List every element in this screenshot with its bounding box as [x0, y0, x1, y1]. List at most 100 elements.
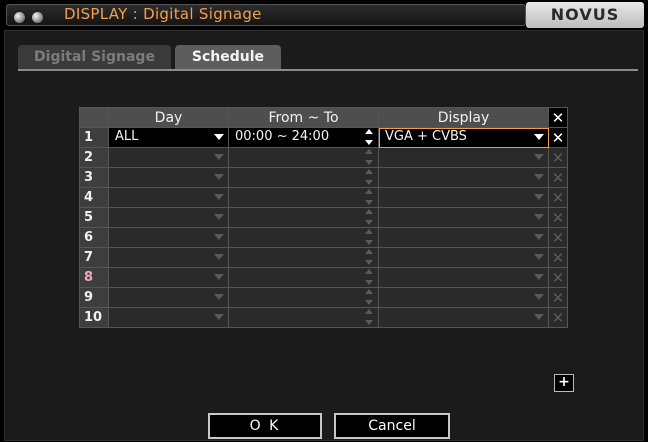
dropdown-arrow-icon[interactable] [532, 170, 546, 184]
settings-panel: Digital Signage Schedule Day From ~ To D… [4, 30, 644, 441]
spinner-icon[interactable] [362, 169, 376, 185]
time-range-field[interactable] [228, 287, 379, 308]
day-select[interactable] [108, 187, 229, 208]
display-select[interactable] [378, 147, 549, 168]
dropdown-arrow-icon[interactable] [212, 290, 226, 304]
display-select[interactable] [378, 287, 549, 308]
display-select[interactable] [378, 227, 549, 248]
spinner-icon[interactable] [362, 269, 376, 285]
dropdown-arrow-icon[interactable] [212, 150, 226, 164]
dropdown-arrow-icon[interactable] [532, 190, 546, 204]
delete-row-icon[interactable]: ✕ [548, 267, 568, 288]
spinner-icon[interactable] [362, 209, 376, 225]
time-range-field[interactable] [228, 207, 379, 228]
spinner-icon[interactable] [362, 289, 376, 305]
dropdown-arrow-icon[interactable] [212, 190, 226, 204]
cancel-button[interactable]: Cancel [334, 413, 450, 439]
delete-row-icon[interactable]: ✕ [548, 307, 568, 328]
dropdown-arrow-icon[interactable] [212, 210, 226, 224]
time-range-field[interactable] [228, 307, 379, 328]
dropdown-arrow-icon[interactable] [532, 230, 546, 244]
row-number: 4 [79, 187, 109, 208]
spinner-icon[interactable] [362, 249, 376, 265]
tab-divider [18, 69, 638, 71]
display-select[interactable] [378, 167, 549, 188]
dropdown-arrow-icon[interactable] [532, 130, 546, 144]
time-range-field[interactable] [228, 187, 379, 208]
dropdown-arrow-icon[interactable] [212, 170, 226, 184]
spinner-icon[interactable] [362, 229, 376, 245]
time-range-field[interactable] [228, 167, 379, 188]
delete-row-icon[interactable]: ✕ [548, 247, 568, 268]
display-select[interactable] [378, 187, 549, 208]
table-row: 1 ALL 00:00 ~ 24:00 VGA + CVBS ✕ [79, 127, 568, 148]
tab-digital-signage[interactable]: Digital Signage [18, 45, 171, 69]
spinner-icon[interactable] [362, 149, 376, 165]
row-number: 9 [79, 287, 109, 308]
display-select[interactable] [378, 247, 549, 268]
time-range-field[interactable] [228, 267, 379, 288]
row-number: 10 [79, 307, 109, 328]
time-range-field[interactable] [228, 227, 379, 248]
header-num [79, 107, 109, 128]
spinner-icon[interactable] [362, 189, 376, 205]
delete-row-icon[interactable]: ✕ [548, 287, 568, 308]
row-number: 2 [79, 147, 109, 168]
window-dot-icon[interactable] [32, 12, 43, 23]
dropdown-arrow-icon[interactable] [532, 150, 546, 164]
table-row: 9 ✕ [79, 287, 568, 308]
display-select[interactable] [378, 307, 549, 328]
day-select[interactable] [108, 147, 229, 168]
window-dot-icon[interactable] [14, 12, 25, 23]
spinner-icon[interactable] [362, 309, 376, 325]
delete-row-icon[interactable]: ✕ [548, 227, 568, 248]
dropdown-arrow-icon[interactable] [532, 210, 546, 224]
spinner-icon[interactable] [362, 129, 376, 145]
time-range-field[interactable]: 00:00 ~ 24:00 [228, 127, 379, 148]
dropdown-arrow-icon[interactable] [212, 250, 226, 264]
dropdown-arrow-icon[interactable] [532, 310, 546, 324]
table-row: 4 ✕ [79, 187, 568, 208]
day-select[interactable] [108, 207, 229, 228]
day-select[interactable] [108, 267, 229, 288]
row-number: 8 [79, 267, 109, 288]
delete-row-icon[interactable]: ✕ [548, 207, 568, 228]
day-select[interactable] [108, 307, 229, 328]
delete-row-icon[interactable]: ✕ [548, 187, 568, 208]
day-select[interactable] [108, 227, 229, 248]
tab-schedule[interactable]: Schedule [175, 45, 281, 69]
display-select[interactable]: VGA + CVBS [378, 127, 549, 148]
dropdown-arrow-icon[interactable] [212, 310, 226, 324]
header-from-to: From ~ To [228, 107, 379, 128]
row-number: 5 [79, 207, 109, 228]
dropdown-arrow-icon[interactable] [532, 290, 546, 304]
table-row: 5 ✕ [79, 207, 568, 228]
brand-logo-text: NOVUS [550, 5, 620, 24]
day-select[interactable] [108, 247, 229, 268]
header-day: Day [108, 107, 229, 128]
delete-all-button[interactable]: ✕ [548, 107, 568, 128]
time-range-field[interactable] [228, 147, 379, 168]
dropdown-arrow-icon[interactable] [212, 270, 226, 284]
delete-row-icon[interactable]: ✕ [548, 167, 568, 188]
display-select[interactable] [378, 207, 549, 228]
display-select[interactable] [378, 267, 549, 288]
ok-button[interactable]: O K [208, 413, 322, 439]
delete-row-icon[interactable]: ✕ [548, 127, 568, 148]
day-select[interactable]: ALL [108, 127, 229, 148]
dropdown-arrow-icon[interactable] [532, 250, 546, 264]
window-title: DISPLAY : Digital Signage [64, 5, 262, 23]
add-row-button[interactable]: + [554, 374, 574, 392]
time-range-field[interactable] [228, 247, 379, 268]
dropdown-arrow-icon[interactable] [532, 270, 546, 284]
day-select[interactable] [108, 287, 229, 308]
dropdown-arrow-icon[interactable] [212, 230, 226, 244]
row-number: 1 [79, 127, 109, 148]
day-value: ALL [115, 129, 139, 144]
dropdown-arrow-icon[interactable] [212, 130, 226, 144]
delete-row-icon[interactable]: ✕ [548, 147, 568, 168]
display-value: VGA + CVBS [385, 129, 467, 144]
header-display: Display [378, 107, 549, 128]
brand-logo: NOVUS [526, 2, 644, 28]
day-select[interactable] [108, 167, 229, 188]
